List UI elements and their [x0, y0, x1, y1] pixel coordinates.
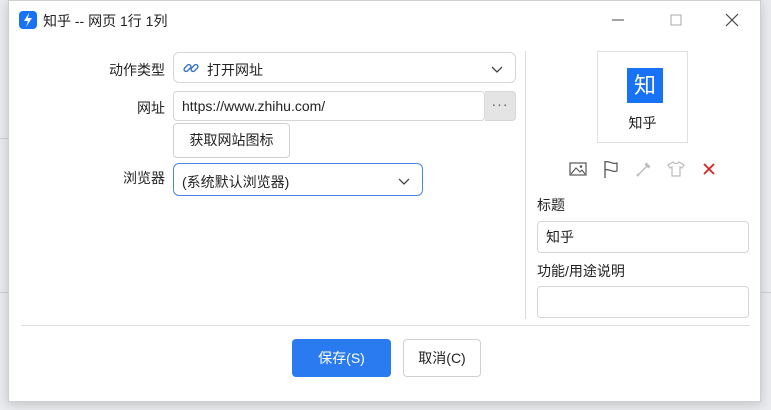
- browser-select[interactable]: (系统默认浏览器): [173, 163, 423, 196]
- icon-preview[interactable]: 知 知乎: [597, 51, 688, 143]
- title-field[interactable]: [537, 221, 749, 253]
- url-more-button[interactable]: ···: [485, 91, 516, 121]
- background-divider: [0, 138, 8, 139]
- dialog-window: 知乎 -- 网页 1行 1列 动作类型 打开网址 网址 ··· 获取网站图标 浏…: [8, 0, 761, 402]
- shirt-icon[interactable]: [666, 159, 686, 179]
- close-icon[interactable]: [721, 9, 743, 31]
- image-icon[interactable]: [568, 159, 588, 179]
- eyedropper-icon[interactable]: [634, 159, 654, 179]
- description-field[interactable]: [537, 286, 749, 318]
- delete-icon[interactable]: [699, 159, 719, 179]
- app-icon: [19, 11, 37, 29]
- title-field-label: 标题: [537, 197, 565, 213]
- fetch-site-icon-button[interactable]: 获取网站图标: [173, 123, 290, 158]
- zhihu-logo: 知: [627, 68, 663, 103]
- preview-label: 知乎: [628, 115, 657, 131]
- window-title: 知乎 -- 网页 1行 1列: [43, 13, 168, 29]
- action-type-select[interactable]: 打开网址: [173, 52, 516, 83]
- flag-icon[interactable]: [601, 159, 621, 179]
- url-label: 网址: [137, 100, 165, 116]
- background-divider: [0, 292, 8, 293]
- chevron-down-icon: [490, 62, 504, 73]
- description-field-label: 功能/用途说明: [537, 263, 625, 279]
- background-divider: [760, 292, 771, 293]
- vertical-divider: [525, 51, 526, 319]
- cancel-button[interactable]: 取消(C): [403, 339, 481, 377]
- title-bar: 知乎 -- 网页 1行 1列: [9, 1, 760, 39]
- minimize-icon[interactable]: [607, 9, 629, 31]
- browser-value: (系统默认浏览器): [182, 174, 290, 190]
- save-button[interactable]: 保存(S): [292, 339, 391, 377]
- horizontal-divider: [21, 325, 750, 326]
- link-icon: [182, 59, 200, 77]
- chevron-down-icon: [397, 174, 411, 185]
- url-input[interactable]: [173, 91, 485, 121]
- action-type-label: 动作类型: [109, 62, 165, 78]
- browser-label: 浏览器: [123, 170, 165, 186]
- action-type-value: 打开网址: [207, 62, 263, 78]
- maximize-icon[interactable]: [665, 9, 687, 31]
